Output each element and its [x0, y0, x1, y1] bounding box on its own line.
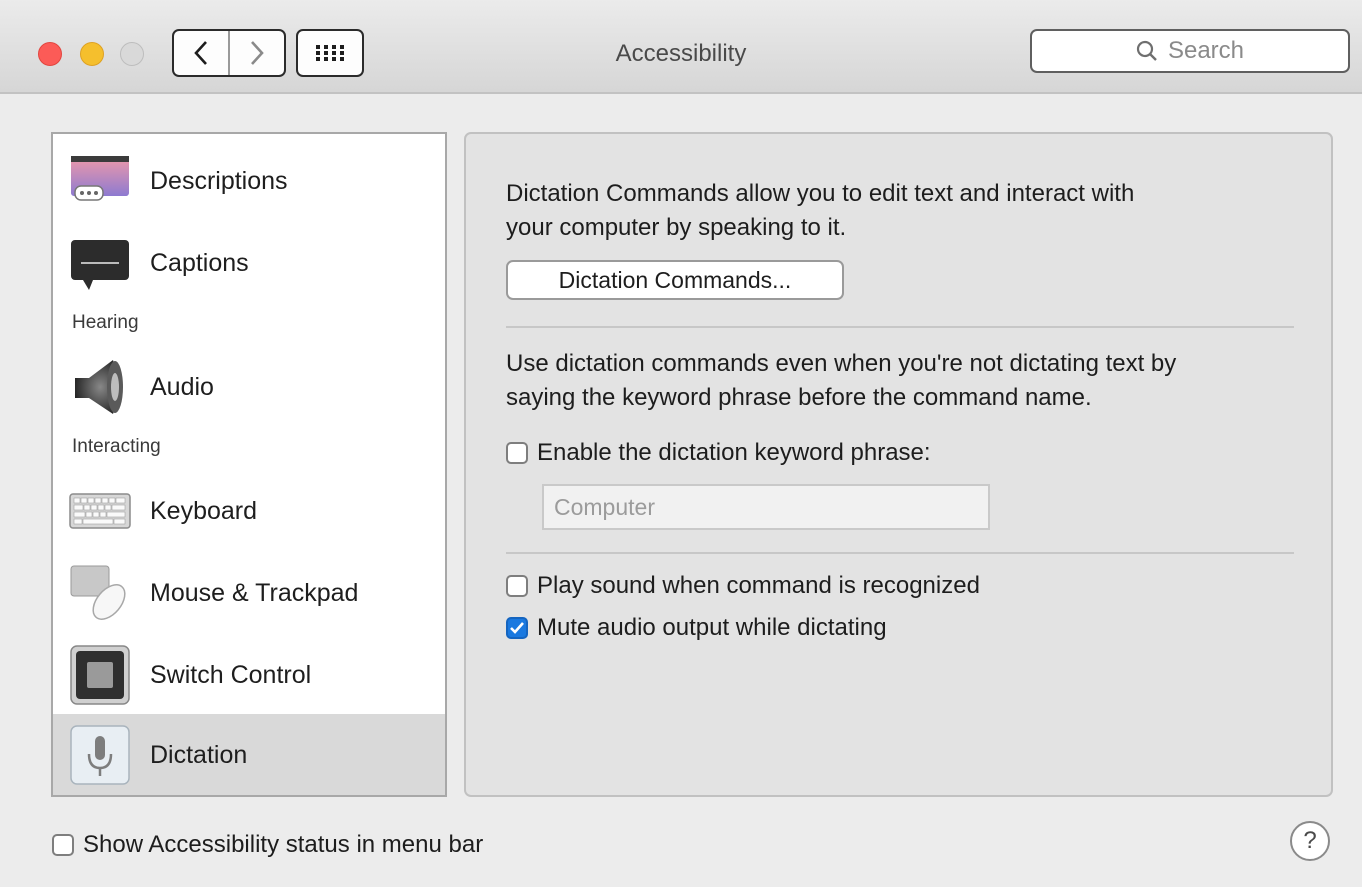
- sidebar-item-audio[interactable]: Audio: [53, 354, 445, 420]
- intro-text-line1: Dictation Commands allow you to edit tex…: [506, 180, 1135, 207]
- show-status-label: Show Accessibility status in menu bar: [83, 831, 484, 858]
- search-placeholder: Search: [1167, 37, 1245, 64]
- descriptions-icon: [71, 156, 129, 201]
- checkmark-icon: [510, 622, 524, 634]
- sidebar-item-label: Captions: [150, 248, 249, 277]
- keyword-description-line1: Use dictation commands even when you're …: [506, 350, 1177, 377]
- separator: [506, 326, 1294, 328]
- keyword-phrase-field[interactable]: Computer: [542, 484, 990, 530]
- switch-control-icon: [70, 645, 130, 705]
- show-status-checkbox-row[interactable]: Show Accessibility status in menu bar: [52, 831, 483, 859]
- sidebar-item-descriptions[interactable]: Descriptions: [53, 148, 445, 214]
- mute-audio-label: Mute audio output while dictating: [537, 614, 887, 641]
- play-sound-checkbox-row[interactable]: Play sound when command is recognized: [506, 572, 980, 600]
- captions-icon: [71, 240, 129, 290]
- search-field[interactable]: Search: [1030, 29, 1350, 73]
- section-header-hearing: Hearing: [72, 312, 139, 333]
- sidebar-item-mouse-trackpad[interactable]: Mouse & Trackpad: [53, 560, 445, 626]
- sidebar-item-keyboard[interactable]: Keyboard: [53, 478, 445, 544]
- section-header-interacting: Interacting: [72, 436, 161, 457]
- title-bar: Accessibility Search: [0, 0, 1362, 94]
- mute-audio-checkbox-row[interactable]: Mute audio output while dictating: [506, 614, 887, 642]
- microphone-icon: [70, 725, 130, 785]
- sidebar-item-label: Audio: [150, 372, 214, 401]
- play-sound-label: Play sound when command is recognized: [537, 572, 980, 599]
- sidebar-item-switch-control[interactable]: Switch Control: [53, 642, 445, 708]
- sidebar-item-label: Dictation: [150, 741, 248, 769]
- enable-keyword-label: Enable the dictation keyword phrase:: [537, 439, 931, 466]
- search-icon: [1136, 40, 1157, 61]
- speaker-icon: [75, 360, 123, 414]
- intro-text-line2: your computer by speaking to it.: [506, 214, 847, 241]
- play-sound-checkbox[interactable]: [506, 575, 528, 597]
- mute-audio-checkbox[interactable]: [506, 617, 528, 639]
- sidebar: Descriptions Captions Hearing Audio Inte…: [51, 132, 447, 797]
- sidebar-item-captions[interactable]: Captions: [53, 230, 445, 296]
- show-status-checkbox[interactable]: [52, 834, 74, 856]
- sidebar-item-label: Switch Control: [150, 660, 312, 689]
- enable-keyword-checkbox[interactable]: [506, 442, 528, 464]
- keyword-description-line2: saying the keyword phrase before the com…: [506, 384, 1092, 411]
- mouse-icon: [70, 565, 126, 620]
- sidebar-item-label: Keyboard: [150, 496, 258, 525]
- sidebar-item-label: Mouse & Trackpad: [150, 578, 359, 607]
- accessibility-window: Accessibility Search Descriptions Captio…: [0, 0, 1362, 887]
- dictation-commands-button[interactable]: Dictation Commands...: [506, 260, 844, 300]
- sidebar-item-label: Descriptions: [150, 166, 288, 195]
- keyboard-icon: [69, 493, 131, 529]
- enable-keyword-checkbox-row[interactable]: Enable the dictation keyword phrase:: [506, 439, 931, 467]
- sidebar-item-dictation[interactable]: Dictation: [53, 714, 445, 795]
- separator: [506, 552, 1294, 554]
- help-button[interactable]: ?: [1290, 821, 1330, 861]
- dictation-panel: Dictation Commands allow you to edit tex…: [464, 132, 1333, 797]
